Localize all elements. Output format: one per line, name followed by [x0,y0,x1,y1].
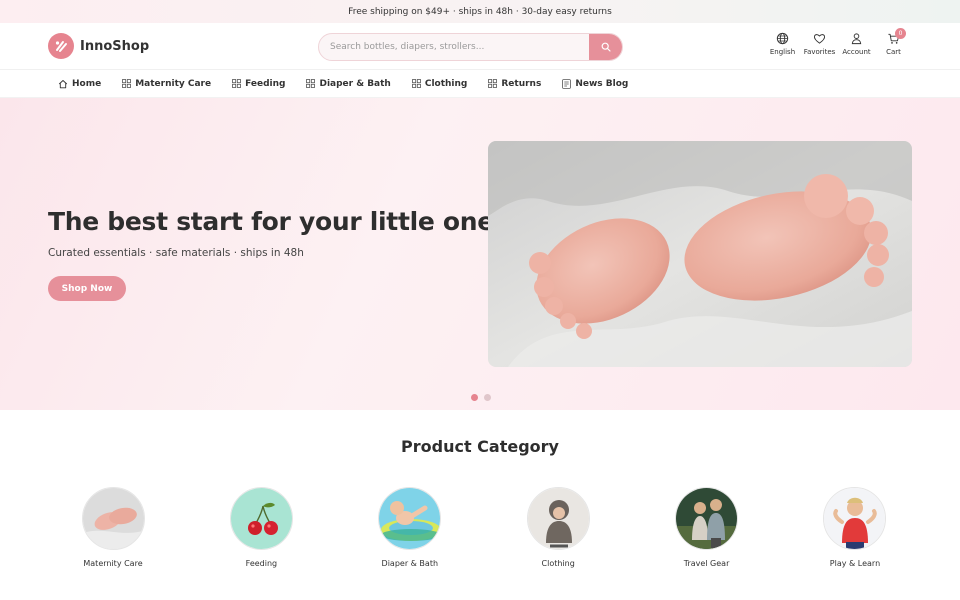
logo-text: InnoShop [80,38,150,54]
nav-label: Diaper & Bath [319,78,391,89]
category-clothing[interactable]: Clothing [523,487,593,568]
nav-label: Home [72,78,102,89]
hero-subtitle: Curated essentials · safe materials · sh… [48,247,304,259]
account-button[interactable]: Account [838,32,875,56]
category-feeding[interactable]: Feeding [226,487,296,568]
hero-title: The best start for your little one [48,207,494,236]
main-nav: Home Maternity Care Feeding Diaper & Bat… [0,70,960,98]
grid-icon [232,79,241,88]
search-button[interactable] [589,34,622,60]
nav-label: Maternity Care [135,78,212,89]
shop-now-button[interactable]: Shop Now [48,276,126,301]
nav-item-feeding[interactable]: Feeding [232,79,285,89]
category-image [229,487,293,550]
nav-label: Feeding [245,78,286,89]
category-image [675,487,739,550]
grid-icon [488,79,498,88]
category-image [526,487,590,550]
language-label: English [769,48,796,56]
account-label: Account [842,48,871,56]
cart-label: Cart [886,48,901,56]
category-travel-gear[interactable]: Travel Gear [672,487,742,568]
logo[interactable]: InnoShop [48,33,149,59]
document-icon [562,78,572,89]
category-maternity-care[interactable]: Maternity Care [78,487,148,568]
user-icon [851,33,862,45]
globe-icon [776,32,789,45]
grid-icon [306,79,316,88]
announcement-bar: Free shipping on $49+ · ships in 48h · 3… [0,0,960,23]
category-image [823,487,887,550]
category-label: Diaper & Bath [381,559,439,568]
nav-item-returns[interactable]: Returns [488,79,541,89]
category-label: Clothing [541,559,575,568]
site-header: InnoShop English Favorites Account Cart … [0,23,960,70]
carousel-dot-1[interactable] [471,394,478,401]
category-list: Maternity Care Feeding Diaper & Bath Clo… [0,487,960,568]
favorites-label: Favorites [803,48,836,56]
cart-count-badge: 0 [895,28,906,39]
nav-label: News Blog [575,78,629,89]
search-icon [601,42,611,52]
category-label: Play & Learn [829,559,881,568]
header-actions: English Favorites Account Cart 0 [764,28,912,56]
logo-icon [48,33,74,59]
grid-icon [411,79,421,88]
nav-item-diaper-bath[interactable]: Diaper & Bath [306,78,391,89]
search-input[interactable] [319,34,589,60]
cart-button[interactable]: Cart 0 [875,28,912,56]
home-icon [58,79,68,88]
nav-item-clothing[interactable]: Clothing [411,78,468,89]
nav-label: Clothing [424,78,468,89]
category-label: Maternity Care [83,559,143,568]
search-bar [318,33,623,61]
category-label: Feeding [245,559,278,568]
nav-item-maternity-care[interactable]: Maternity Care [122,79,211,89]
category-play-learn[interactable]: Play & Learn [820,487,890,568]
favorites-button[interactable]: Favorites [801,32,838,56]
carousel-dots [471,394,491,401]
nav-item-home[interactable]: Home [58,79,101,89]
carousel-dot-2[interactable] [484,394,491,401]
category-image [378,487,442,550]
announcement-text: Free shipping on $49+ · ships in 48h · 3… [348,6,612,17]
section-title: Product Category [401,437,559,456]
category-label: Travel Gear [683,559,730,568]
nav-item-news-blog[interactable]: News Blog [562,79,628,89]
category-diaper-bath[interactable]: Diaper & Bath [375,487,445,568]
hero-banner: The best start for your little one Curat… [0,98,960,410]
heart-icon [813,34,826,44]
hero-image [488,141,912,367]
category-image [81,487,145,550]
language-button[interactable]: English [764,32,801,56]
nav-label: Returns [501,78,542,89]
grid-icon [122,79,132,88]
